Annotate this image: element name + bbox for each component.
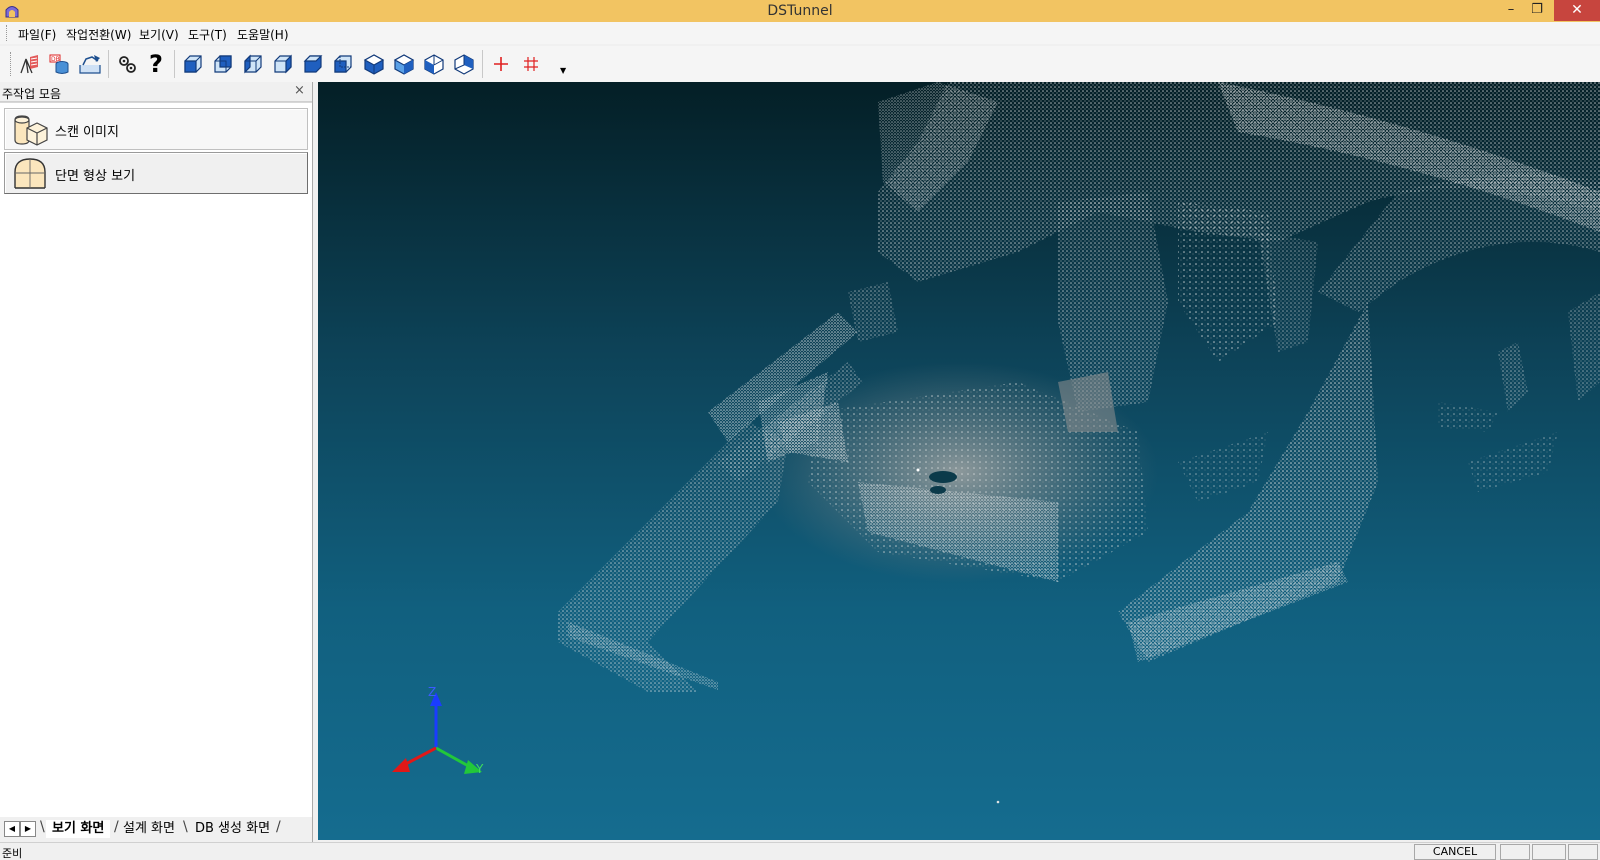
iso-view-2-icon[interactable] (391, 51, 417, 77)
toolbar-separator (108, 50, 109, 78)
y-axis-label: Y (476, 762, 484, 776)
status-pane (1568, 844, 1598, 860)
survey-tool-icon[interactable] (16, 51, 42, 77)
tab-divider: / (276, 819, 281, 835)
status-pane (1500, 844, 1530, 860)
close-button[interactable]: ✕ (1554, 0, 1600, 21)
workspace-tabs: ◀ ▶ \ 보기 화면 / 설계 화면 \ DB 생성 화면 / (0, 818, 312, 840)
toolbar-overflow-icon[interactable]: ▼ (560, 66, 566, 75)
help-icon[interactable]: ? (143, 50, 169, 78)
section-view-button[interactable]: 단면 형상 보기 (4, 152, 308, 194)
multi-crosshair-icon[interactable] (518, 51, 544, 77)
view-top-icon[interactable] (300, 51, 326, 77)
toolbar-separator (174, 50, 175, 78)
section-view-label: 단면 형상 보기 (55, 169, 136, 184)
task-panel-title: 주작업 모음 (2, 87, 62, 101)
menu-workspace[interactable]: 작업전환(W) (66, 26, 131, 43)
scan-image-icon (14, 115, 48, 146)
toolbar-grip[interactable] (10, 52, 13, 76)
minimize-button[interactable]: – (1497, 0, 1525, 21)
tunnel-section-icon (14, 158, 46, 189)
menu-grip[interactable] (6, 25, 9, 41)
iso-view-4-icon[interactable] (451, 51, 477, 77)
task-panel: 주작업 모음 × 스캔 이미지 단면 형상 보기 ◀ ▶ \ 보기 화면 / 설… (0, 82, 313, 842)
task-panel-body (0, 102, 312, 817)
scan-image-button[interactable]: 스캔 이미지 (4, 108, 308, 150)
view-front-icon[interactable] (180, 51, 206, 77)
close-icon[interactable]: × (294, 83, 305, 98)
view-right-icon[interactable] (270, 51, 296, 77)
task-panel-header: 주작업 모음 × (0, 82, 312, 102)
toolbar-separator (482, 50, 483, 78)
database-icon[interactable]: DB (46, 51, 72, 77)
iso-view-3-icon[interactable] (421, 51, 447, 77)
view-bottom-icon[interactable] (330, 51, 356, 77)
settings-icon[interactable] (114, 51, 140, 77)
crosshair-icon[interactable] (488, 51, 514, 77)
point-cloud-scan (558, 82, 1600, 804)
point-cloud-viewport[interactable]: Z Y (318, 82, 1600, 840)
menu-tools[interactable]: 도구(T) (188, 26, 227, 43)
menu-view[interactable]: 보기(V) (139, 26, 179, 43)
menu-file[interactable]: 파일(F) (18, 26, 56, 43)
status-bar: 준비 CANCEL (0, 842, 1600, 860)
restore-button[interactable]: ❐ (1523, 0, 1551, 21)
tab-divider: \ (183, 819, 188, 835)
z-axis-label: Z (428, 685, 437, 699)
toolbar: DB ? ▼ (0, 46, 1600, 82)
tab-view[interactable]: 보기 화면 (46, 820, 111, 838)
view-back-icon[interactable] (210, 51, 236, 77)
tab-prev-icon[interactable]: ◀ (4, 821, 20, 837)
status-pane (1532, 844, 1566, 860)
tab-design[interactable]: 설계 화면 (117, 820, 181, 838)
scan-image-label: 스캔 이미지 (55, 125, 119, 140)
tab-db-create[interactable]: DB 생성 화면 (189, 820, 276, 838)
tab-divider: \ (40, 819, 45, 835)
window-title: DSTunnel (767, 3, 833, 19)
status-text: 준비 (2, 847, 23, 860)
export-icon[interactable] (77, 51, 103, 77)
tab-next-icon[interactable]: ▶ (20, 821, 36, 837)
menu-help[interactable]: 도움말(H) (237, 26, 289, 43)
menu-bar: 파일(F) 작업전환(W) 보기(V) 도구(T) 도움말(H) (0, 22, 1600, 44)
title-bar: DSTunnel – ❐ ✕ (0, 0, 1600, 22)
cancel-button[interactable]: CANCEL (1414, 844, 1496, 860)
iso-view-1-icon[interactable] (361, 51, 387, 77)
view-left-icon[interactable] (240, 51, 266, 77)
